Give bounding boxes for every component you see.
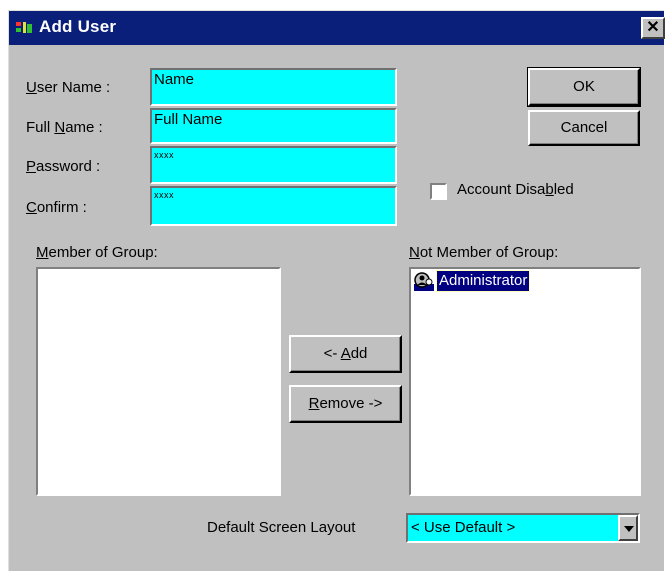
full-name-label: Full Name :	[26, 119, 103, 136]
default-screen-layout-value: < Use Default >	[411, 519, 516, 536]
confirm-label: Confirm :	[26, 199, 87, 216]
password-value: xxxx	[154, 150, 174, 160]
user-name-label: User Name :	[26, 79, 111, 96]
cancel-button[interactable]: Cancel	[528, 110, 640, 146]
window-title: Add User	[39, 17, 117, 36]
ok-label: OK	[573, 78, 595, 95]
confirm-value: xxxx	[154, 190, 174, 200]
default-screen-layout-label: Default Screen Layout	[207, 519, 356, 536]
remove-button[interactable]: Remove ->	[289, 385, 402, 423]
add-button[interactable]: <- Add	[289, 335, 402, 373]
cancel-label: Cancel	[560, 119, 608, 136]
user-name-value: Name	[154, 71, 195, 88]
add-user-dialog: Add User ✕ User Name : Name Full Name : …	[8, 10, 665, 571]
app-icon	[15, 20, 33, 35]
password-label: Password :	[26, 158, 101, 175]
not-member-of-group-label: Not Member of Group:	[409, 244, 559, 261]
not-member-of-group-list[interactable]: Administrator	[409, 267, 641, 496]
chevron-down-icon[interactable]	[618, 515, 638, 541]
full-name-value: Full Name	[154, 111, 223, 128]
ok-button[interactable]: OK	[527, 67, 641, 107]
member-of-group-list[interactable]	[36, 267, 281, 496]
user-name-input[interactable]: Name	[150, 68, 397, 106]
confirm-password-input[interactable]: xxxx	[150, 186, 397, 226]
add-label: <- Add	[323, 345, 368, 362]
account-disabled-label[interactable]: Account Disabled	[457, 181, 574, 198]
close-button[interactable]: ✕	[641, 17, 665, 39]
remove-label: Remove ->	[308, 395, 383, 412]
close-icon: ✕	[646, 19, 660, 36]
member-of-group-label: Member of Group:	[36, 244, 158, 261]
default-screen-layout-select[interactable]: < Use Default >	[406, 513, 640, 543]
account-disabled-checkbox[interactable]	[430, 183, 447, 200]
group-icon	[414, 272, 434, 291]
password-input[interactable]: xxxx	[150, 146, 397, 184]
administrator-label: Administrator	[435, 270, 531, 292]
title-bar[interactable]: Add User ✕	[9, 11, 665, 45]
full-name-input[interactable]: Full Name	[150, 108, 397, 144]
